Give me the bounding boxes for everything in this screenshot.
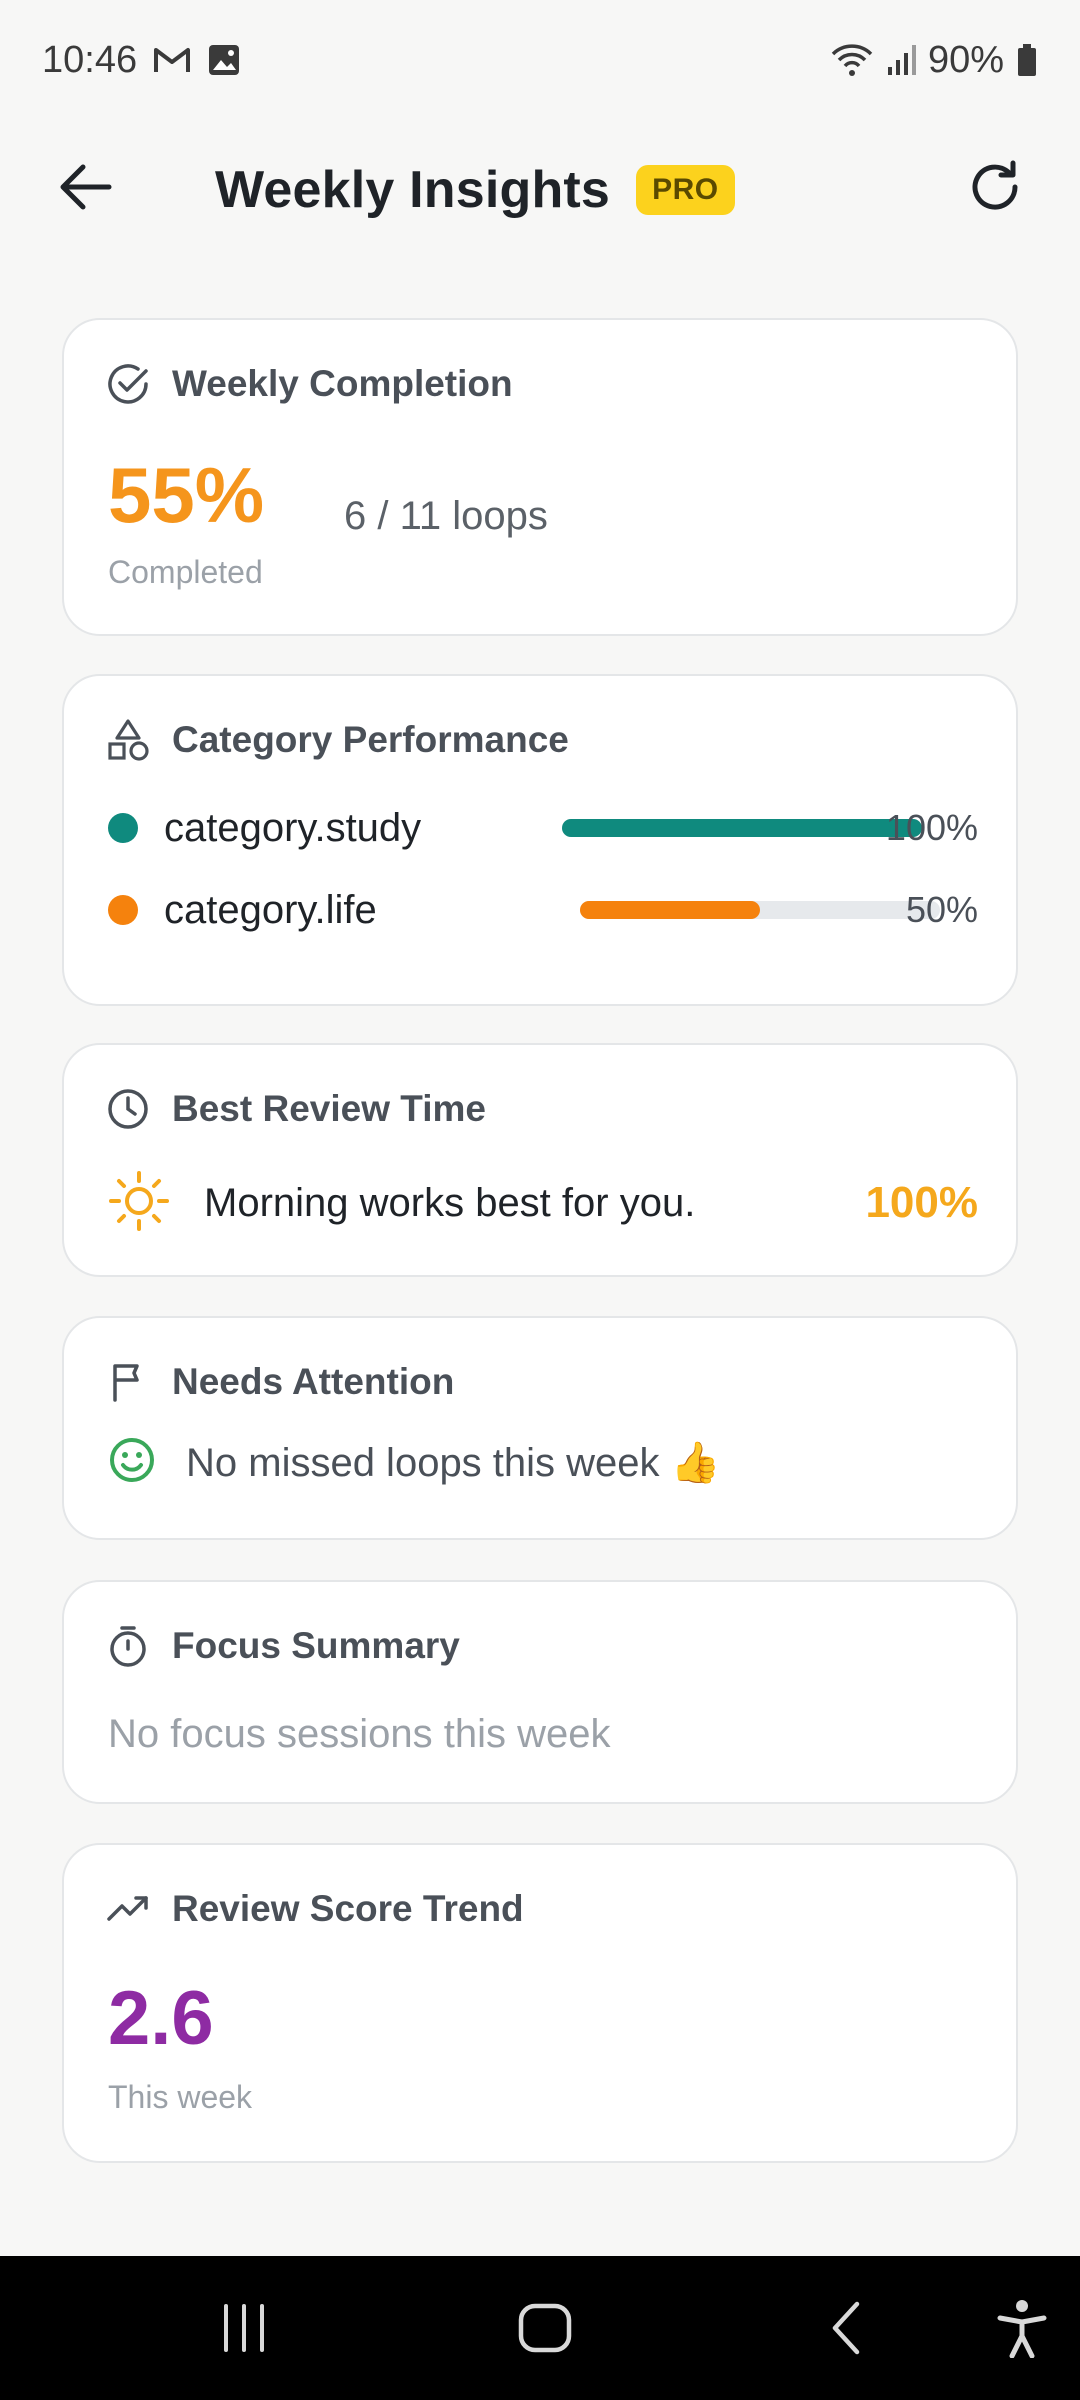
review-score-label: This week	[108, 2079, 253, 2115]
weekly-completion-header: Weekly Completion	[106, 362, 513, 406]
screen: 10:46 90% Weekly Insights PRO Weekly Com…	[0, 0, 1080, 2400]
category-percent-study: 100%	[885, 807, 978, 848]
review-score-value: 2.6	[108, 1976, 214, 2061]
accessibility-icon	[997, 2300, 1047, 2358]
battery-icon	[1016, 43, 1038, 77]
best-review-time-card: Best Review Time Morning works best for …	[62, 1043, 1018, 1277]
status-right: 90%	[830, 39, 1038, 82]
category-performance-card: Category Performance category.study 100%…	[62, 674, 1018, 1006]
review-score-trend-title: Review Score Trend	[172, 1888, 524, 1929]
completion-percent: 55%	[108, 451, 265, 539]
category-dot-study	[108, 813, 138, 843]
refresh-icon	[972, 160, 1018, 210]
recents-button[interactable]	[204, 2292, 284, 2364]
category-bar-study	[562, 819, 922, 837]
wifi-icon	[830, 42, 874, 78]
review-score-trend-header: Review Score Trend	[106, 1887, 524, 1931]
system-back-button[interactable]	[808, 2292, 888, 2364]
back-button[interactable]	[40, 142, 130, 232]
page-title: Weekly Insights	[215, 161, 611, 219]
system-nav-bar	[0, 2256, 1080, 2400]
category-bar-life	[580, 901, 940, 919]
needs-attention-card: Needs Attention No missed loops this wee…	[62, 1316, 1018, 1540]
title-wrap: Weekly Insights PRO	[215, 148, 735, 232]
sun-icon	[108, 1170, 170, 1237]
smiley-icon	[108, 1436, 156, 1489]
completion-label: Completed	[108, 554, 263, 590]
category-percent-life: 50%	[905, 889, 978, 930]
signal-icon	[886, 43, 916, 77]
status-bar: 10:46 90%	[0, 0, 1080, 120]
back-icon	[832, 2301, 860, 2355]
review-score-trend-card: Review Score Trend 2.6 This week	[62, 1843, 1018, 2163]
weekly-completion-title: Weekly Completion	[172, 363, 513, 404]
gallery-icon	[207, 43, 241, 77]
flag-icon	[106, 1360, 150, 1404]
weekly-completion-card: Weekly Completion 55% Completed 6 / 11 l…	[62, 318, 1018, 636]
best-review-time-title: Best Review Time	[172, 1088, 486, 1129]
status-left: 10:46	[42, 39, 241, 82]
category-bar-fill-study	[562, 819, 922, 837]
gmail-icon	[153, 45, 191, 75]
home-icon	[518, 2303, 572, 2353]
battery-percent: 90%	[927, 38, 1004, 81]
home-button[interactable]	[505, 2292, 585, 2364]
accessibility-button[interactable]	[982, 2292, 1062, 2364]
category-row-life: category.life 50%	[108, 880, 978, 940]
needs-attention-row: No missed loops this week 👍	[108, 1436, 720, 1489]
loops-count: 6 / 11 loops	[344, 494, 548, 538]
category-performance-header: Category Performance	[106, 718, 569, 762]
app-bar: Weekly Insights PRO	[0, 120, 1080, 260]
focus-summary-card: Focus Summary No focus sessions this wee…	[62, 1580, 1018, 1804]
trend-up-icon	[106, 1887, 150, 1931]
check-circle-icon	[106, 362, 150, 406]
needs-attention-title: Needs Attention	[172, 1361, 455, 1402]
review-time-percent: 100%	[865, 1178, 978, 1227]
shapes-icon	[106, 718, 150, 762]
back-arrow-icon	[60, 164, 112, 210]
category-row-study: category.study 100%	[108, 798, 978, 858]
category-bar-fill-life	[580, 901, 760, 919]
needs-attention-header: Needs Attention	[106, 1360, 454, 1404]
review-time-row: Morning works best for you. 100%	[108, 1163, 978, 1243]
focus-summary-header: Focus Summary	[106, 1624, 460, 1668]
category-performance-title: Category Performance	[172, 719, 569, 760]
status-time: 10:46	[42, 38, 138, 81]
recents-icon	[224, 2304, 264, 2352]
focus-summary-message: No focus sessions this week	[108, 1712, 611, 1756]
best-review-time-header: Best Review Time	[106, 1087, 486, 1131]
review-time-message: Morning works best for you.	[204, 1180, 696, 1225]
focus-summary-title: Focus Summary	[172, 1625, 460, 1666]
category-dot-life	[108, 895, 138, 925]
clock-icon	[106, 1087, 150, 1131]
category-label-study: category.study	[164, 805, 422, 850]
pro-badge: PRO	[636, 165, 735, 215]
timer-icon	[106, 1624, 150, 1668]
needs-attention-message: No missed loops this week 👍	[186, 1441, 721, 1485]
refresh-button[interactable]	[950, 142, 1040, 232]
category-label-life: category.life	[164, 887, 377, 932]
